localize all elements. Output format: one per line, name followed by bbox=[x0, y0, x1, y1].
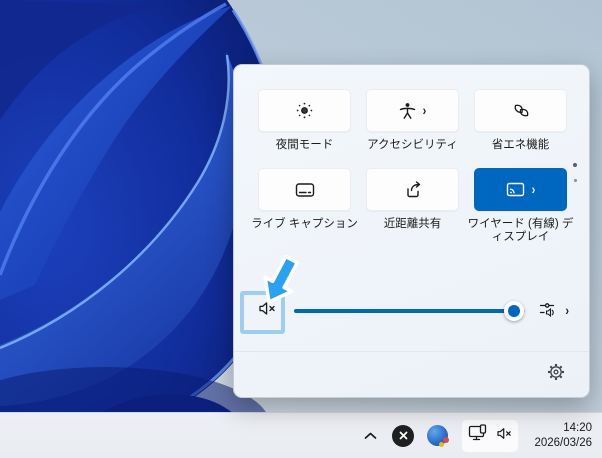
volume-mute-button[interactable] bbox=[250, 294, 284, 328]
nearby-sharing-button[interactable] bbox=[366, 168, 459, 211]
night-mode-button[interactable] bbox=[258, 89, 351, 132]
energy-saver-icon bbox=[511, 102, 531, 120]
accessibility-icon bbox=[399, 102, 416, 120]
speaker-mute-icon bbox=[258, 301, 277, 321]
chevron-right-icon: › bbox=[531, 182, 536, 197]
clock-date: 2026/03/26 bbox=[534, 436, 592, 449]
orb-yellow-dot bbox=[439, 442, 444, 447]
cast-icon bbox=[506, 182, 525, 197]
wired-display-label: ワイヤード (有線) ディスプレイ bbox=[467, 218, 574, 243]
gear-icon bbox=[547, 363, 565, 386]
volume-row: › bbox=[234, 289, 589, 333]
live-captions-icon bbox=[295, 182, 315, 198]
live-captions-button[interactable] bbox=[258, 168, 351, 211]
energy-saver-label: 省エネ機能 bbox=[491, 139, 550, 151]
audio-output-button[interactable]: › bbox=[537, 299, 571, 324]
night-mode-label: 夜間モード bbox=[275, 139, 334, 151]
accessibility-button[interactable]: › bbox=[366, 89, 459, 132]
chevron-up-icon bbox=[364, 427, 377, 445]
tray-app-orb[interactable] bbox=[427, 425, 449, 447]
nearby-sharing-label: 近距離共有 bbox=[383, 218, 442, 230]
page-dot bbox=[573, 179, 577, 182]
chevron-right-icon: › bbox=[422, 103, 427, 118]
volume-slider[interactable] bbox=[294, 301, 526, 321]
tray-app-close-circle[interactable] bbox=[392, 424, 414, 447]
show-hidden-icons-button[interactable] bbox=[357, 421, 383, 451]
black-circle-x-icon bbox=[399, 427, 408, 445]
wired-display-button[interactable]: › bbox=[474, 168, 567, 211]
night-light-icon bbox=[295, 101, 314, 120]
settings-button[interactable] bbox=[541, 360, 571, 390]
nearby-share-icon bbox=[404, 180, 422, 199]
quick-settings-grid: 夜間モード › アクセシビリティ 省エネ機能 ライブ キャプション 近距離共有 … bbox=[234, 65, 589, 244]
volume-slider-thumb[interactable] bbox=[503, 301, 524, 321]
live-captions-label: ライブ キャプション bbox=[251, 218, 358, 230]
chevron-right-icon: › bbox=[565, 303, 569, 319]
volume-slider-fill bbox=[294, 309, 514, 313]
accessibility-label: アクセシビリティ bbox=[367, 139, 458, 151]
taskbar: 14:20 2026/03/26 bbox=[0, 412, 602, 458]
page-dot bbox=[573, 163, 577, 167]
taskbar-clock[interactable]: 14:20 2026/03/26 bbox=[528, 421, 592, 451]
clock-time: 14:20 bbox=[563, 421, 592, 434]
audio-output-icon bbox=[539, 301, 559, 322]
quick-settings-tray-button[interactable] bbox=[461, 418, 519, 453]
energy-saver-button[interactable] bbox=[474, 89, 567, 132]
monitor-cast-icon bbox=[468, 424, 488, 447]
quick-settings-footer bbox=[234, 351, 589, 397]
speaker-mute-icon bbox=[496, 427, 513, 445]
quick-settings-panel: 夜間モード › アクセシビリティ 省エネ機能 ライブ キャプション 近距離共有 … bbox=[233, 64, 590, 398]
scroll-indicator[interactable] bbox=[571, 163, 579, 195]
orb-red-dot bbox=[443, 437, 449, 443]
